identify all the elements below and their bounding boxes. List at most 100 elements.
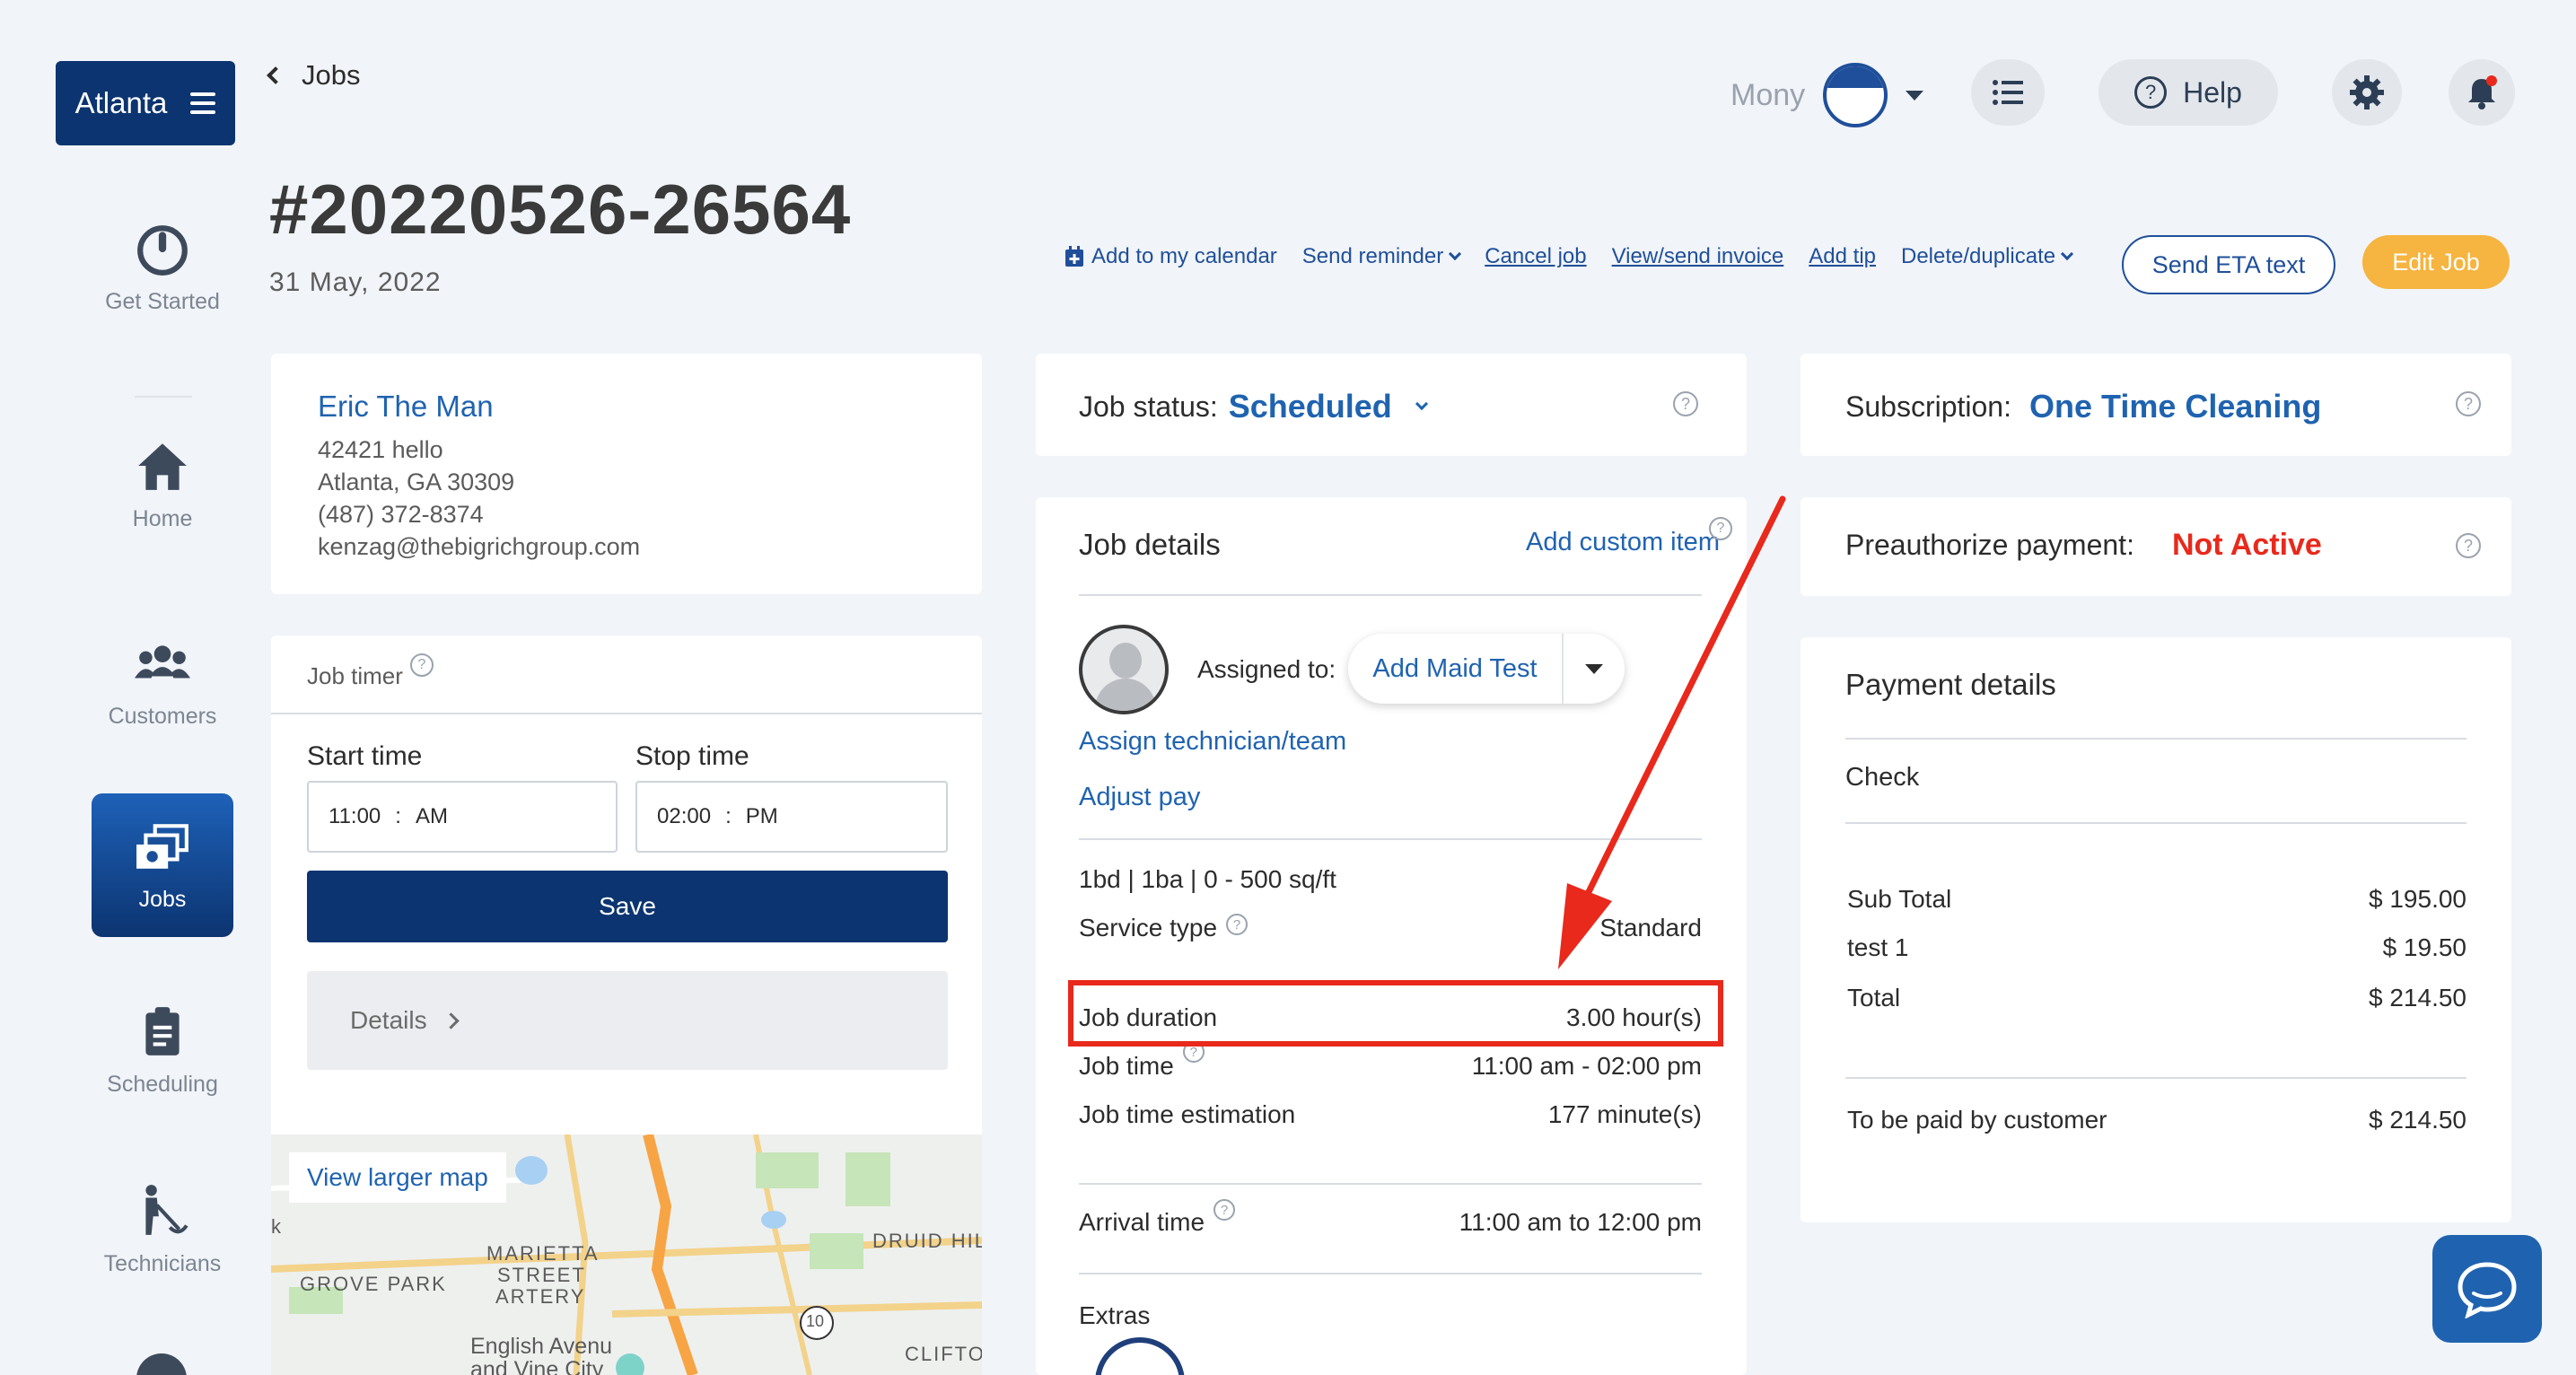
stop-time-input[interactable]: 02:00 : PM [635,781,948,853]
amount-due-row: To be paid by customer $ 214.50 [1847,1106,2466,1134]
subscription-label: Subscription: [1845,390,2011,423]
sidebar-item-home[interactable]: Home [92,413,233,556]
time-separator: : [395,804,401,828]
chevron-down-icon [1415,397,1428,411]
technician-avatar [1079,625,1169,714]
job-time-value: 11:00 am - 02:00 pm [1471,1052,1702,1080]
preauthorize-status: Not Active [2171,528,2322,562]
list-icon [1993,80,2023,105]
start-time-input[interactable]: 11:00 : AM [307,781,618,853]
adjust-pay-link[interactable]: Adjust pay [1079,783,1200,812]
payment-line-label: test 1 [1847,933,1909,961]
help-button[interactable]: ? Help [2098,59,2278,126]
view-larger-map-link[interactable]: View larger map [289,1152,506,1203]
amount-due-label: To be paid by customer [1847,1106,2107,1134]
map-label: DRUID HILL [872,1230,982,1252]
start-time-value: 11:00 [329,804,381,828]
city-menu-button[interactable]: Atlanta [56,61,235,145]
stop-time-value: 02:00 [657,804,712,828]
map-label: English Avenu [470,1334,612,1359]
preauthorize-row: Preauthorize payment: Not Active [1845,528,2322,563]
back-link[interactable]: Jobs [267,59,360,92]
chevron-right-icon [442,1012,460,1029]
details-toggle[interactable]: Details [307,971,948,1070]
customer-email: kenzag@thebigrichgroup.com [318,533,641,560]
payment-line-value: $ 19.50 [2382,933,2466,961]
payment-line: Total $ 214.50 [1847,984,2466,1012]
sidebar-item-jobs[interactable]: Jobs [92,793,233,937]
customer-address-line1: 42421 hello [318,436,443,463]
sidebar-item-customers[interactable]: Customers [92,610,233,754]
job-status-value: Scheduled [1228,388,1392,425]
details-label: Details [350,1006,427,1034]
send-eta-button[interactable]: Send ETA text [2122,235,2335,294]
delete-duplicate-dropdown[interactable]: Delete/duplicate [1901,244,2074,269]
job-details-title: Job details [1079,528,1221,561]
extra-item-icon[interactable] [1095,1337,1185,1375]
divider [271,713,982,714]
chevron-down-icon [1906,90,1924,101]
cancel-job-link[interactable]: Cancel job [1485,244,1586,269]
map-label: GROVE PARK [300,1273,447,1295]
payment-line-value: $ 195.00 [2369,885,2466,913]
job-status-selector[interactable]: Job status: Scheduled [1079,388,1428,425]
map-label: and Vine City [470,1357,604,1375]
notifications-button[interactable] [2449,59,2515,126]
service-type-label: Service type [1079,914,1218,941]
help-icon[interactable]: ? [1214,1199,1236,1221]
payment-line-label: Total [1847,984,1901,1012]
add-to-calendar-label: Add to my calendar [1091,244,1277,268]
help-icon[interactable]: ? [2456,391,2481,416]
sidebar-divider [135,396,192,398]
question-circle-icon: ? [2134,76,2168,109]
payment-details-title: Payment details [1845,668,2056,701]
sidebar-item-technicians[interactable]: Technicians [92,1158,233,1301]
divider [1845,738,2466,740]
sidebar-item-label: Scheduling [107,1071,218,1097]
chat-bubble-icon [2458,1262,2517,1318]
user-name: Mony [1730,77,1806,112]
start-ampm: AM [415,804,448,828]
help-icon[interactable]: ? [2456,533,2481,558]
job-status-label: Job status: [1079,390,1218,423]
location-map[interactable]: View larger map GROVE PARK MARIETTA STRE… [271,1134,982,1375]
add-tip-link[interactable]: Add tip [1809,244,1876,269]
arrival-time-value: 11:00 am to 12:00 pm [1459,1208,1702,1236]
save-button[interactable]: Save [307,871,948,942]
payment-method: Check [1845,763,1920,792]
sidebar-item-label: Home [132,505,193,531]
add-to-calendar-link[interactable]: Add to my calendar [1065,244,1277,269]
sidebar-item-scheduling[interactable]: Scheduling [92,978,233,1122]
help-icon[interactable]: ? [1673,391,1698,416]
calendar-plus-icon [1065,246,1083,267]
extras-label: Extras [1079,1301,1151,1329]
chat-button[interactable] [2432,1235,2542,1343]
help-icon[interactable]: ? [1226,914,1249,935]
assign-technician-link[interactable]: Assign technician/team [1079,727,1346,757]
sidebar-item-more-icon[interactable] [136,1353,187,1375]
edit-job-button[interactable]: Edit Job [2362,235,2510,289]
help-icon[interactable]: ? [409,653,434,677]
settings-button[interactable] [2332,59,2402,126]
job-timer-title: Job timer ? [307,653,434,690]
customer-name[interactable]: Eric The Man [318,390,494,424]
job-time-row: Job time? 11:00 am - 02:00 pm [1079,1041,1702,1081]
subscription-card: Subscription: One Time Cleaning ? [1801,354,2511,456]
payment-line: test 1 $ 19.50 [1847,933,2466,962]
sidebar: Atlanta Get Started Home Customers Jobs … [0,0,235,1375]
property-summary: 1bd | 1ba | 0 - 500 sq/ft [1079,865,1336,893]
help-label: Help [2183,75,2242,109]
avatar [1823,63,1888,127]
sidebar-item-get-started[interactable]: Get Started [92,196,233,339]
divider [1079,1273,1702,1274]
annotation-arrow-icon [1558,495,1786,969]
list-view-button[interactable] [1971,59,2045,126]
user-menu[interactable]: Mony [1730,63,1924,127]
page-title: #20220526-26564 [269,170,852,249]
map-label: CLIFTO [905,1343,982,1365]
highlight-annotation [1068,980,1723,1047]
send-reminder-dropdown[interactable]: Send reminder [1302,244,1462,269]
home-icon [138,442,187,490]
view-invoice-link[interactable]: View/send invoice [1612,244,1784,269]
subscription-row: Subscription: One Time Cleaning [1845,388,2321,425]
